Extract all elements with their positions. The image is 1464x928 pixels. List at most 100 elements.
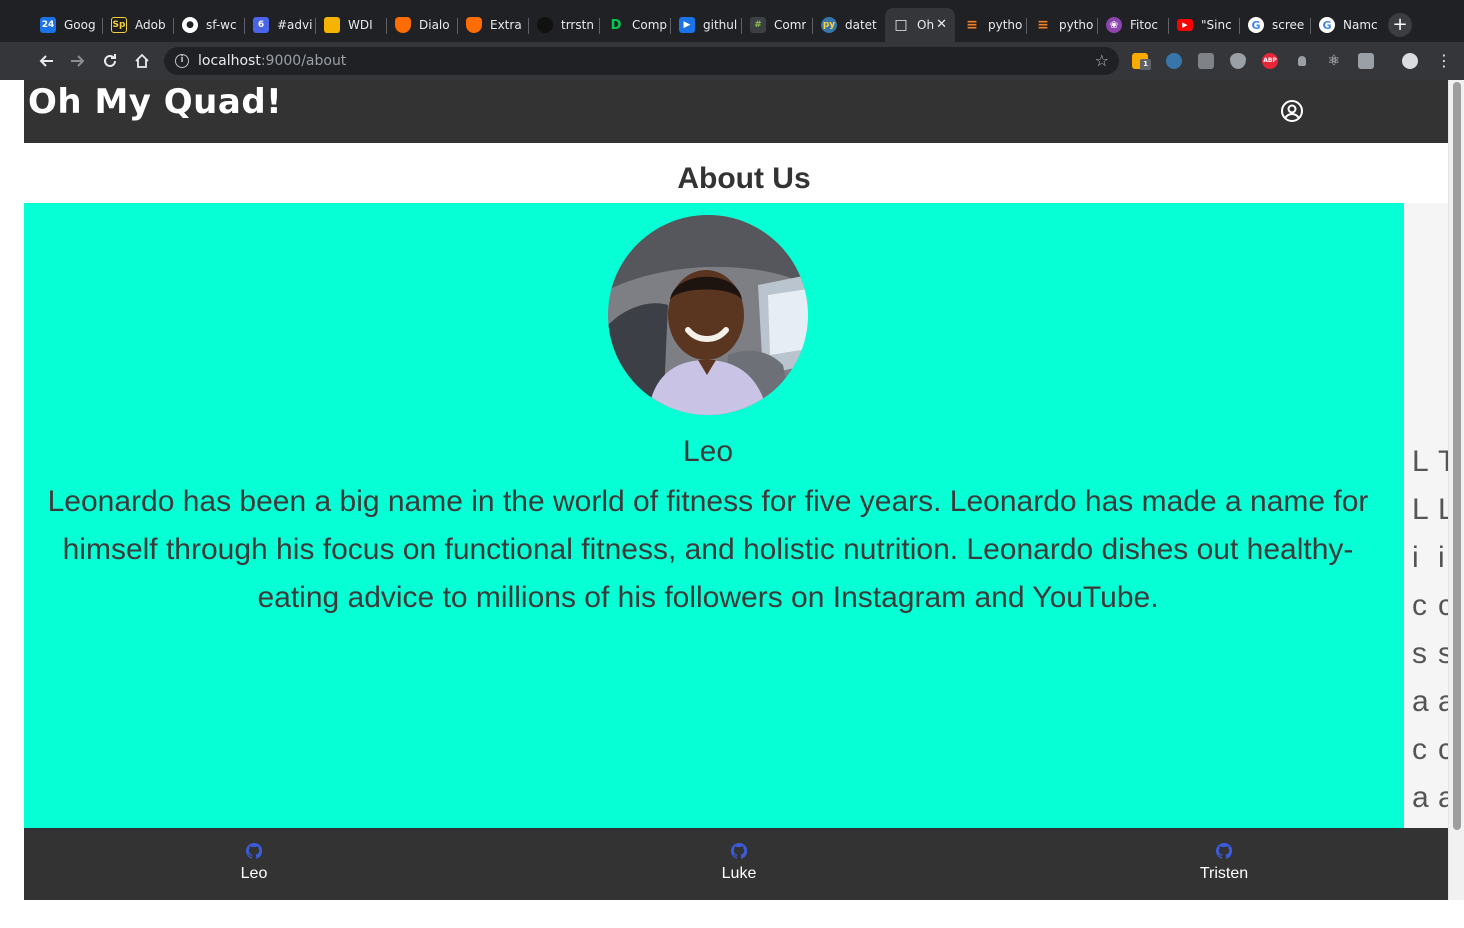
footer-link-label: Tristen [1199, 865, 1249, 882]
browser-toolbar: i localhost:9000/about ☆ 1 ABP ⚛ ⋮ [0, 42, 1464, 80]
slides-icon [324, 17, 340, 33]
github-icon [731, 843, 747, 859]
tab-label: pytho [1059, 18, 1094, 32]
tab-label: #advi [277, 18, 313, 32]
adblock-plus-icon[interactable]: ABP [1262, 53, 1278, 69]
arrow-right-icon [71, 55, 85, 67]
d-logo-icon: D [608, 17, 624, 33]
slack-icon: 6 [253, 17, 269, 33]
address-bar[interactable]: i localhost:9000/about ☆ [164, 47, 1119, 75]
tab-label: Comp [632, 18, 668, 32]
browser-tab[interactable]: Extra [458, 10, 529, 40]
tab-label: sf-wc [206, 18, 237, 32]
team-member-card: Leo Leonardo has been a big name in the … [24, 203, 1404, 828]
back-button[interactable] [34, 49, 58, 73]
browser-tab[interactable]: Dialo [387, 10, 458, 40]
reload-button[interactable] [98, 49, 122, 73]
google-icon: G [1319, 17, 1335, 33]
reload-icon [104, 54, 116, 67]
adobe-spark-icon: Sp [111, 17, 127, 33]
github-icon [246, 843, 262, 859]
react-devtools-icon[interactable]: ⚛ [1326, 53, 1342, 69]
python-icon: py [821, 17, 837, 33]
new-tab-button[interactable]: + [1388, 13, 1412, 37]
fitocracy-icon: ❀ [1106, 17, 1122, 33]
profile-avatar[interactable] [1400, 51, 1420, 71]
browser-tab[interactable]: 24 Goog [32, 10, 103, 40]
browser-tab[interactable]: D Comp [600, 10, 671, 40]
browser-tab[interactable]: WDI [316, 10, 387, 40]
browser-menu-icon[interactable]: ⋮ [1436, 51, 1452, 70]
extension-box-icon[interactable] [1358, 53, 1374, 69]
close-tab-icon[interactable]: ✕ [936, 17, 947, 32]
home-button[interactable] [130, 49, 154, 73]
scrollbar-thumb[interactable] [1453, 82, 1461, 830]
browser-tab[interactable]: ❀ Fitoc [1098, 10, 1169, 40]
browser-tab[interactable]: G scree [1240, 10, 1311, 40]
shield-extension-icon[interactable] [1230, 53, 1246, 69]
url-text: localhost:9000/about [198, 53, 346, 69]
tab-label: pytho [988, 18, 1023, 32]
github-icon [1216, 843, 1232, 859]
tab-label: "Sinc [1201, 18, 1232, 32]
tab-label: githul [703, 18, 738, 32]
browser-tab[interactable]: ▶ githul [671, 10, 742, 40]
tab-label: Comr [774, 18, 807, 32]
team-carousel[interactable]: Leo Leonardo has been a big name in the … [24, 203, 1448, 828]
grid-icon: # [750, 17, 766, 33]
browser-tab[interactable]: 6 #advi [245, 10, 316, 40]
youtube-icon: ▶ [1177, 19, 1193, 31]
google-icon: G [1248, 17, 1264, 33]
browser-tab[interactable]: ● sf-wc [174, 10, 245, 40]
footer-link-luke[interactable]: Luke [679, 843, 799, 883]
stackoverflow-icon: ≡ [1037, 17, 1049, 33]
home-icon [135, 53, 149, 68]
browser-tab[interactable]: py datet [813, 10, 884, 40]
github-icon: ● [182, 17, 198, 33]
browser-tab[interactable]: # Comr [742, 10, 813, 40]
next-slide-peek: L L i c s a c a [1412, 445, 1429, 814]
forward-button[interactable] [66, 49, 90, 73]
browser-tab[interactable]: G Namc [1311, 10, 1378, 40]
browser-tab[interactable]: Sp Adob [103, 10, 174, 40]
footer-link-leo[interactable]: Leo [194, 843, 314, 883]
ghost-extension-icon[interactable] [1294, 53, 1310, 69]
stackoverflow-icon: ≡ [966, 17, 978, 33]
member-name: Leo [682, 435, 734, 468]
python-extension-icon[interactable] [1166, 53, 1182, 69]
site-info-icon[interactable]: i [175, 54, 189, 68]
circle-icon [537, 17, 553, 33]
browser-tab-strip: 24 Goog Sp Adob ● sf-wc 6 #advi WDI Dial… [0, 0, 1464, 42]
footer-link-label: Luke [721, 865, 757, 882]
tab-label: scree [1272, 18, 1305, 32]
tab-label: Adob [135, 18, 166, 32]
tab-label: Extra [490, 18, 522, 32]
page-title: About Us [677, 162, 811, 195]
browser-tab-active[interactable]: □ Oh ✕ [885, 8, 955, 42]
site-header: Oh My Quad! [24, 80, 1448, 143]
page-scrollbar[interactable] [1448, 80, 1464, 900]
browser-tab[interactable]: ≡ pytho [956, 10, 1027, 40]
tab-label: trrstn [561, 18, 594, 32]
member-photo [608, 215, 808, 415]
site-logo[interactable]: Oh My Quad! [28, 82, 282, 122]
page-viewport: Oh My Quad! About Us Leo Leonardo has be… [24, 80, 1448, 900]
arrow-left-icon [39, 55, 53, 67]
extension-badge: 1 [1140, 59, 1151, 70]
footer-link-tristen[interactable]: Tristen [1164, 843, 1284, 883]
extension-keep-icon[interactable]: 1 [1132, 53, 1151, 70]
browser-tab[interactable]: ≡ pytho [1027, 10, 1098, 40]
extension-k-icon[interactable] [1198, 53, 1214, 69]
account-circle-icon[interactable] [1280, 99, 1304, 123]
bookmark-star-icon[interactable]: ☆ [1095, 51, 1109, 70]
tab-label: datet [845, 18, 877, 32]
url-host: localhost [198, 53, 261, 69]
calendar-icon: 24 [40, 17, 56, 33]
dialogflow-icon [395, 17, 411, 33]
tab-label: Fitoc [1130, 18, 1159, 32]
browser-tab[interactable]: trrstn [529, 10, 600, 40]
site-footer: Leo Luke Tristen [24, 828, 1448, 900]
dialogflow-icon [466, 17, 482, 33]
tab-label: Dialo [419, 18, 450, 32]
browser-tab[interactable]: ▶ "Sinc [1169, 10, 1240, 40]
